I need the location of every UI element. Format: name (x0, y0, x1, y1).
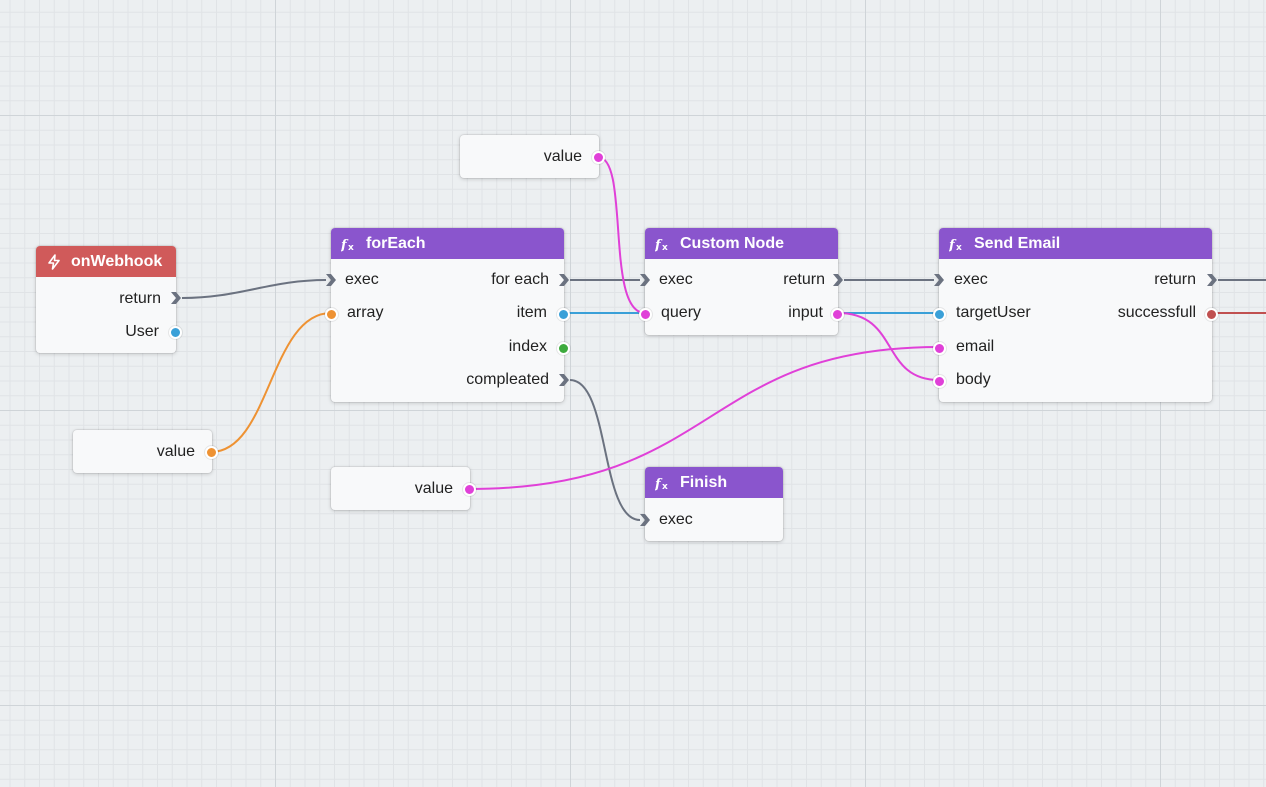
node-title: Custom Node (680, 234, 784, 252)
lightning-icon (48, 253, 60, 270)
output-label-successfull: successfull (1117, 304, 1196, 321)
output-label-input: input (788, 304, 823, 321)
value-label: value (543, 148, 582, 165)
svg-text:x: x (956, 243, 962, 252)
body-input-pin[interactable] (933, 375, 946, 388)
input-label-exec: exec (954, 271, 988, 288)
output-label-compleated: compleated (466, 371, 549, 388)
send-email-node[interactable]: fx Send Email exec targetUser email body… (933, 228, 1218, 402)
node-title: Finish (680, 473, 728, 491)
input-label-body: body (956, 371, 991, 388)
svg-text:x: x (662, 482, 668, 491)
value-output-pin[interactable] (592, 151, 605, 164)
output-label-return: return (119, 290, 161, 307)
value-label: value (156, 443, 195, 460)
exec-in-pin[interactable] (639, 513, 651, 527)
svg-text:x: x (348, 243, 354, 252)
value-label: value (414, 480, 453, 497)
input-label-exec: exec (659, 511, 693, 528)
value-output-pin[interactable] (205, 446, 218, 459)
exec-in-pin[interactable] (325, 273, 337, 287)
output-label-return: return (1154, 271, 1196, 288)
input-label-exec: exec (345, 271, 379, 288)
input-label-query: query (661, 304, 702, 321)
foreach-node[interactable]: fx forEach exec array for each item inde… (325, 228, 570, 402)
custom-node-header[interactable]: fx Custom Node (645, 228, 838, 259)
output-label-user: User (125, 323, 159, 340)
input-label-targetuser: targetUser (956, 304, 1031, 321)
function-icon: fx (655, 238, 668, 252)
index-output-pin[interactable] (557, 342, 570, 355)
input-label-email: email (956, 338, 995, 355)
value-literal-node[interactable]: value (331, 467, 476, 510)
function-icon: fx (655, 477, 668, 491)
input-label-array: array (347, 304, 384, 321)
value-literal-node[interactable]: value (460, 135, 605, 178)
value-literal-node[interactable]: value (73, 430, 218, 473)
function-icon: fx (341, 238, 354, 252)
item-output-pin[interactable] (557, 308, 570, 321)
value-output-pin[interactable] (463, 483, 476, 496)
wire-compleated-to-finish (569, 379, 641, 521)
finish-header[interactable]: fx Finish (645, 467, 783, 498)
successfull-output-pin[interactable] (1205, 308, 1218, 321)
node-title: forEach (366, 234, 426, 252)
send-email-header[interactable]: fx Send Email (939, 228, 1212, 259)
exec-out-pin[interactable] (558, 273, 570, 287)
wire-input-to-body (837, 312, 940, 381)
input-label-exec: exec (659, 271, 693, 288)
exec-out-pin[interactable] (170, 291, 182, 305)
wire-value-to-array (210, 312, 332, 453)
exec-out-pin[interactable] (1206, 273, 1218, 287)
input-output-pin[interactable] (831, 308, 844, 321)
node-title: Send Email (974, 234, 1061, 252)
exec-in-pin[interactable] (933, 273, 945, 287)
user-output-pin[interactable] (169, 326, 182, 339)
query-input-pin[interactable] (639, 308, 652, 321)
foreach-header[interactable]: fx forEach (331, 228, 564, 259)
custom-node[interactable]: fx Custom Node exec query return input (639, 228, 844, 335)
wire-webhook-to-foreach-exec (181, 279, 327, 299)
array-input-pin[interactable] (325, 308, 338, 321)
output-label-for-each: for each (491, 271, 549, 288)
exec-out-pin[interactable] (558, 373, 570, 387)
wire-value-to-query (597, 156, 646, 314)
function-icon: fx (949, 238, 962, 252)
onwebhook-node[interactable]: onWebhook return User (36, 246, 182, 353)
onwebhook-header[interactable]: onWebhook (36, 246, 176, 277)
exec-out-pin[interactable] (832, 273, 844, 287)
output-label-item: item (516, 304, 547, 321)
targetuser-input-pin[interactable] (933, 308, 946, 321)
svg-text:x: x (662, 243, 668, 252)
output-label-index: index (508, 338, 547, 355)
exec-in-pin[interactable] (639, 273, 651, 287)
node-title: onWebhook (71, 252, 163, 270)
email-input-pin[interactable] (933, 342, 946, 355)
output-label-return: return (783, 271, 825, 288)
finish-node[interactable]: fx Finish exec (640, 467, 783, 541)
